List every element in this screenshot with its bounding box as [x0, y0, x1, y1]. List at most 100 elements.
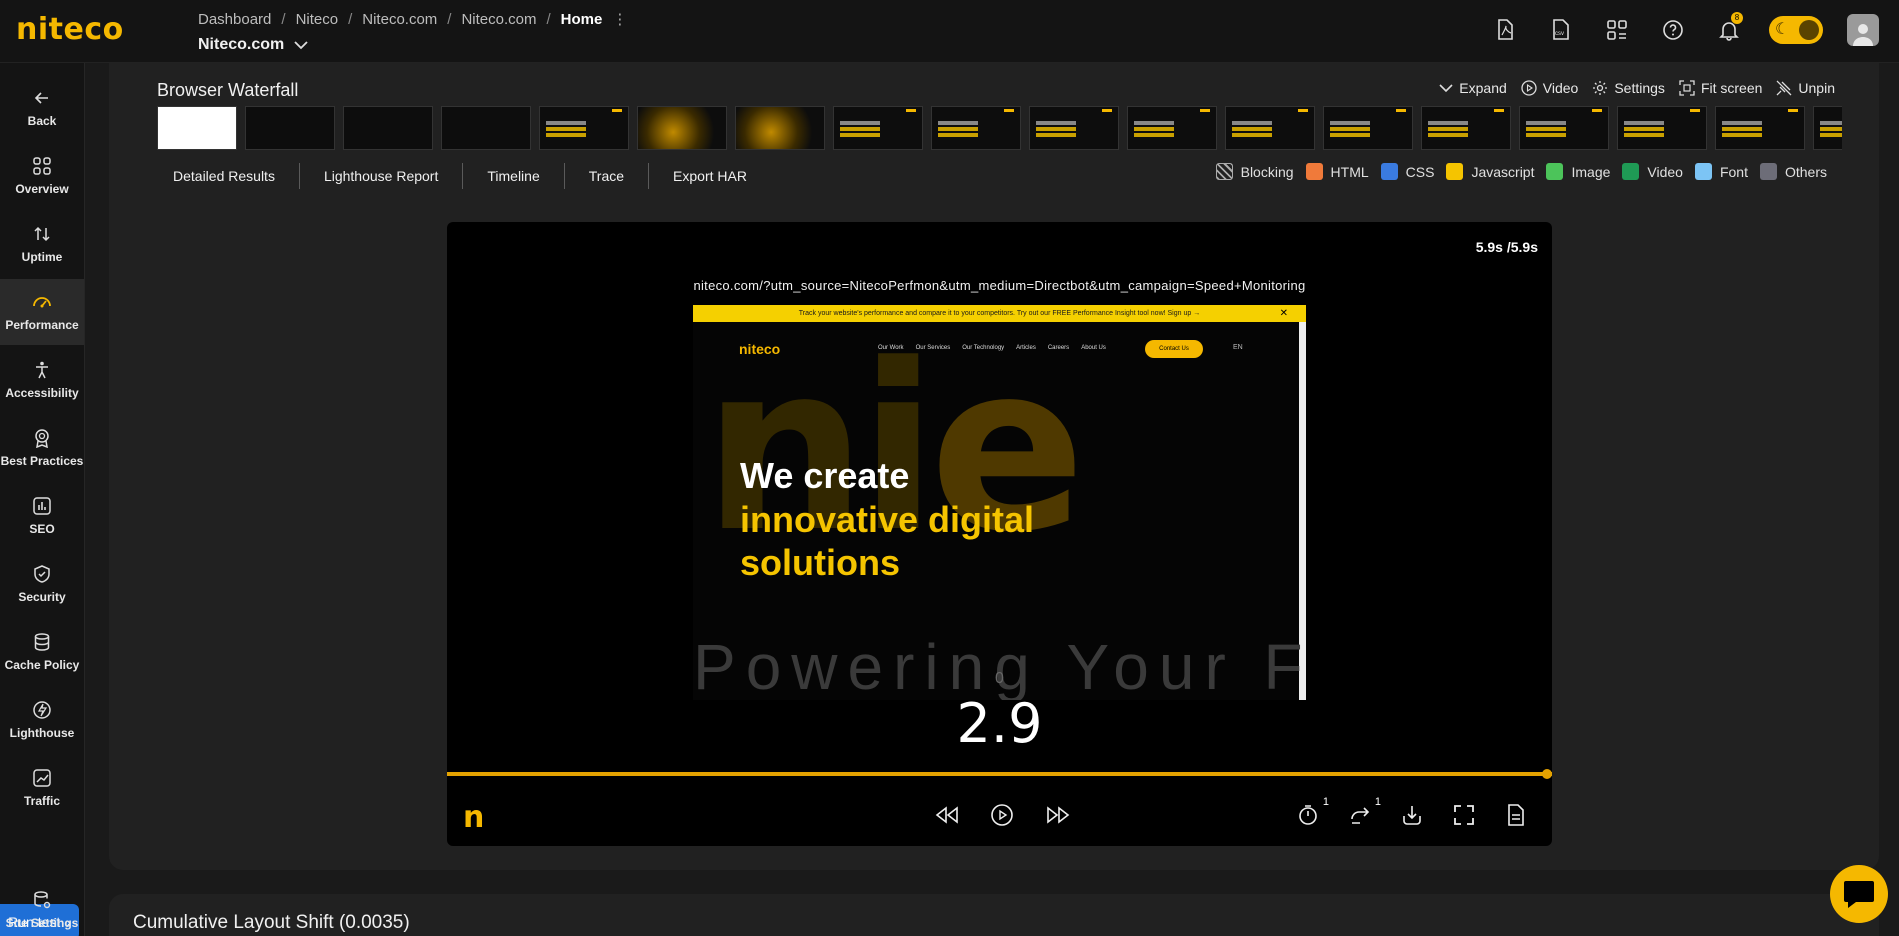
- site-selector[interactable]: Niteco.com: [198, 36, 308, 54]
- sidebar-item-performance[interactable]: Performance: [0, 279, 84, 345]
- more-vert-icon[interactable]: ⋮: [612, 10, 627, 28]
- csv-export-icon[interactable]: csv: [1545, 14, 1577, 46]
- progress-handle[interactable]: [1542, 769, 1552, 779]
- sidebar-item-label: Traffic: [23, 794, 60, 808]
- legend-css: CSS: [1380, 163, 1434, 180]
- breadcrumb-niteco-com[interactable]: Niteco.com: [362, 11, 437, 28]
- site-headline-accent: innovative digital solutions: [740, 499, 1035, 583]
- sidebar-item-seo[interactable]: SEO: [0, 483, 84, 549]
- sidebar-item-site-settings[interactable]: Site Settings: [0, 882, 84, 936]
- filmstrip-frame[interactable]: [157, 106, 237, 150]
- fullscreen-button[interactable]: [1449, 800, 1479, 830]
- svg-text:csv: csv: [1555, 31, 1564, 37]
- filmstrip-frame[interactable]: [539, 106, 629, 150]
- download-button[interactable]: [1397, 800, 1427, 830]
- niteco-mark-icon: n: [463, 800, 485, 835]
- play-button[interactable]: [987, 800, 1017, 830]
- settings-button[interactable]: Settings: [1592, 80, 1665, 96]
- tab-export-har[interactable]: Export HAR: [649, 163, 771, 189]
- filmstrip-frame[interactable]: [343, 106, 433, 150]
- sidebar-item-label: Performance: [5, 318, 79, 332]
- user-avatar[interactable]: [1847, 14, 1879, 46]
- filmstrip-frame[interactable]: [637, 106, 727, 150]
- tab-trace[interactable]: Trace: [565, 163, 650, 189]
- award-icon: [35, 429, 49, 448]
- arrow-left-icon: [34, 92, 48, 104]
- breadcrumb-dashboard[interactable]: Dashboard: [198, 11, 271, 28]
- filmstrip-frame[interactable]: [245, 106, 335, 150]
- breadcrumb: Dashboard / Niteco / Niteco.com / Niteco.co…: [198, 10, 628, 29]
- play-icon: [991, 804, 1013, 826]
- tab-timeline[interactable]: Timeline: [463, 163, 565, 189]
- site-lang: EN: [1233, 344, 1243, 351]
- close-icon: ✕: [1279, 308, 1288, 319]
- fit-screen-button[interactable]: Fit screen: [1679, 80, 1762, 96]
- pdf-export-icon[interactable]: [1489, 14, 1521, 46]
- fast-forward-button[interactable]: [1043, 800, 1073, 830]
- sidebar-item-lighthouse[interactable]: Lighthouse: [0, 687, 84, 753]
- rate-badge: 1: [1322, 796, 1329, 808]
- sidebar-item-label: Accessibility: [5, 386, 79, 400]
- video-button[interactable]: Video: [1521, 80, 1578, 96]
- chat-button[interactable]: [1830, 865, 1888, 923]
- breadcrumb-niteco[interactable]: Niteco: [296, 11, 339, 28]
- rewind-button[interactable]: [932, 800, 962, 830]
- filmstrip-frame[interactable]: [931, 106, 1021, 150]
- filmstrip-frame[interactable]: [1323, 106, 1413, 150]
- filmstrip-frame[interactable]: [1519, 106, 1609, 150]
- unpin-label: Unpin: [1798, 80, 1835, 96]
- filmstrip-frame[interactable]: [735, 106, 825, 150]
- filmstrip-frame[interactable]: [833, 106, 923, 150]
- niteco-logo[interactable]: niteco: [16, 12, 124, 47]
- download-icon: [1403, 806, 1421, 825]
- document-icon: [1508, 804, 1524, 826]
- player-controls: n 1 1: [447, 792, 1552, 842]
- tab-lighthouse-report[interactable]: Lighthouse Report: [300, 163, 464, 189]
- resource-legend: Blocking HTML CSS Javascript Image Video…: [1215, 163, 1827, 180]
- person-icon: [36, 361, 48, 379]
- sidebar-item-uptime[interactable]: Uptime: [0, 211, 84, 277]
- repeat-button[interactable]: 1: [1345, 796, 1381, 830]
- apps-icon[interactable]: [1601, 14, 1633, 46]
- promo-banner: Track your website's performance and com…: [693, 305, 1306, 322]
- sidebar-item-traffic[interactable]: Traffic: [0, 755, 84, 821]
- filmstrip-frame[interactable]: [1813, 106, 1842, 150]
- help-icon[interactable]: [1657, 14, 1689, 46]
- site-headline: We create: [740, 455, 910, 496]
- filmstrip-frame[interactable]: [1225, 106, 1315, 150]
- legend-blocking: Blocking: [1215, 163, 1294, 180]
- filmstrip-frame[interactable]: [1421, 106, 1511, 150]
- filmstrip-frame[interactable]: [1029, 106, 1119, 150]
- expand-button[interactable]: Expand: [1439, 80, 1507, 96]
- sidebar-item-back[interactable]: Back: [0, 75, 84, 141]
- chevron-down-icon: [1439, 84, 1453, 93]
- filmstrip-frame[interactable]: [1715, 106, 1805, 150]
- breadcrumb-niteco-com-2[interactable]: Niteco.com: [461, 11, 536, 28]
- sidebar-item-security[interactable]: Security: [0, 551, 84, 617]
- unpin-button[interactable]: Unpin: [1776, 80, 1835, 96]
- sidebar-item-cache-policy[interactable]: Cache Policy: [0, 619, 84, 685]
- report-button[interactable]: [1501, 800, 1531, 830]
- sidebar: Back Overview Uptime Performance Accessi…: [0, 63, 85, 936]
- sidebar-item-best-practices[interactable]: Best Practices: [0, 415, 84, 481]
- play-circle-icon: [1521, 80, 1537, 96]
- sidebar-item-label: Back: [27, 114, 57, 128]
- playback-rate-button[interactable]: 1: [1293, 796, 1329, 830]
- video-player[interactable]: 5.9s /5.9s niteco.com/?utm_source=Niteco…: [447, 222, 1552, 846]
- cls-title: Cumulative Layout Shift (0.0035): [133, 912, 410, 933]
- sidebar-item-overview[interactable]: Overview: [0, 143, 84, 209]
- theme-toggle[interactable]: ☾: [1769, 16, 1823, 44]
- filmstrip-frame[interactable]: [441, 106, 531, 150]
- tab-detailed-results[interactable]: Detailed Results: [157, 163, 300, 189]
- filmstrip-frame[interactable]: [1127, 106, 1217, 150]
- filmstrip-frame[interactable]: [1617, 106, 1707, 150]
- legend-image: Image: [1546, 163, 1610, 180]
- bar-chart-icon: [33, 497, 51, 515]
- site-selector-label: Niteco.com: [198, 36, 285, 53]
- bell-icon[interactable]: 8: [1713, 12, 1745, 46]
- sidebar-item-accessibility[interactable]: Accessibility: [0, 347, 84, 413]
- legend-font: Font: [1694, 163, 1748, 180]
- legend-html: HTML: [1305, 163, 1369, 180]
- progress-bar[interactable]: [447, 769, 1552, 779]
- gauge-icon: [33, 297, 51, 308]
